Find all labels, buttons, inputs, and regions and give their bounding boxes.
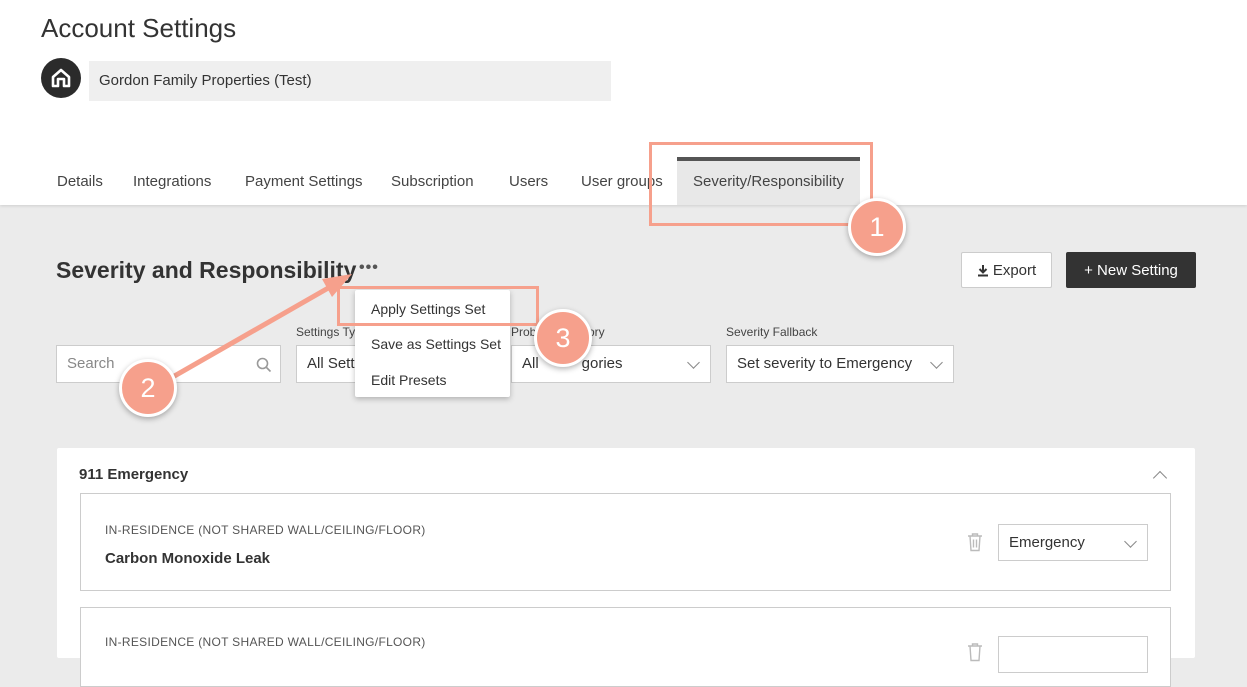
step-badge-2: 2 <box>119 359 177 417</box>
trash-icon[interactable] <box>967 642 983 662</box>
step-badge-3: 3 <box>534 309 592 367</box>
annotation-arrow <box>147 274 352 393</box>
step-badge-1: 1 <box>848 198 906 256</box>
